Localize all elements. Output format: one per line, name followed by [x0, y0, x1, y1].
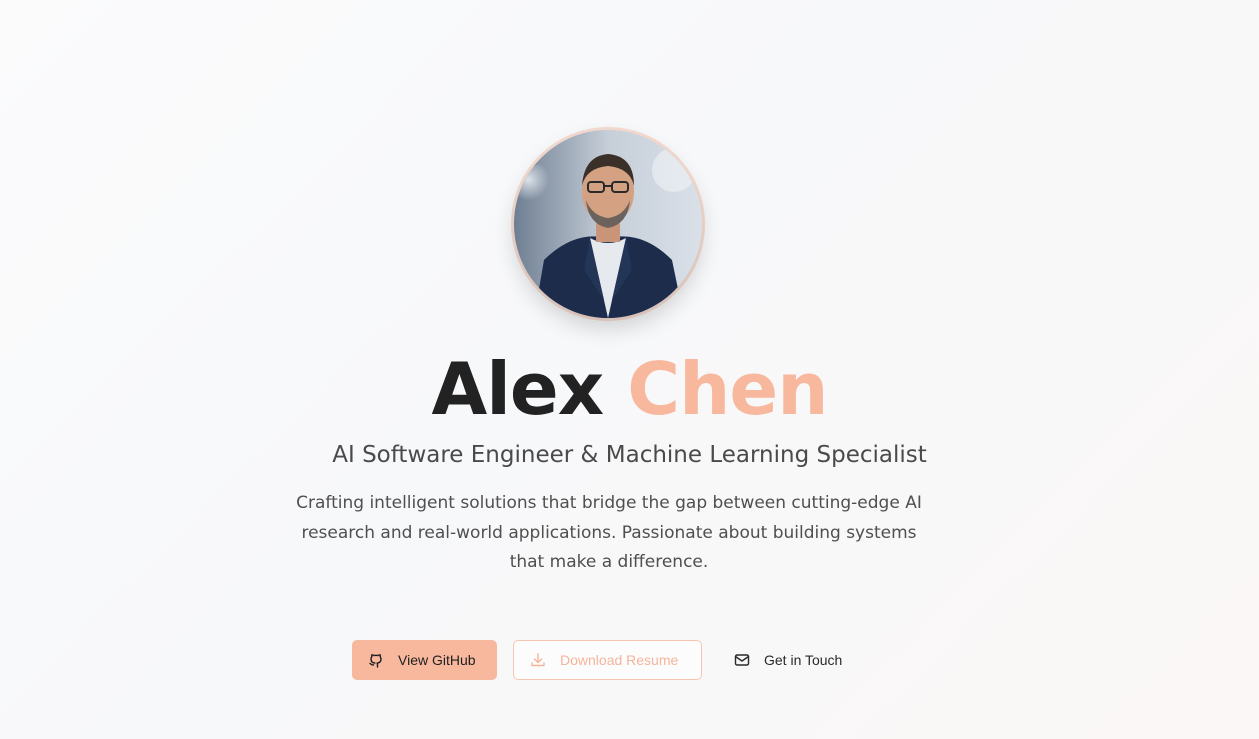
profile-description: Crafting intelligent solutions that brid… — [296, 493, 922, 572]
last-name: Chen — [627, 347, 828, 431]
profile-title: AI Software Engineer & Machine Learning … — [332, 442, 927, 468]
profile-name: Alex Chen — [0, 344, 1259, 434]
get-in-touch-label: Get in Touch — [764, 652, 843, 668]
first-name: Alex — [431, 347, 605, 431]
download-resume-label: Download Resume — [560, 652, 679, 668]
view-github-label: View GitHub — [398, 652, 476, 668]
mail-icon — [734, 652, 750, 668]
avatar — [514, 130, 702, 318]
download-icon — [530, 652, 546, 668]
hero-section: Alex Chen AI Software Engineer & Machine… — [0, 0, 1259, 739]
github-icon — [368, 652, 384, 668]
profile-photo — [514, 130, 702, 318]
download-resume-button[interactable]: Download Resume — [513, 640, 702, 680]
get-in-touch-button[interactable]: Get in Touch — [718, 640, 868, 680]
view-github-button[interactable]: View GitHub — [352, 640, 497, 680]
